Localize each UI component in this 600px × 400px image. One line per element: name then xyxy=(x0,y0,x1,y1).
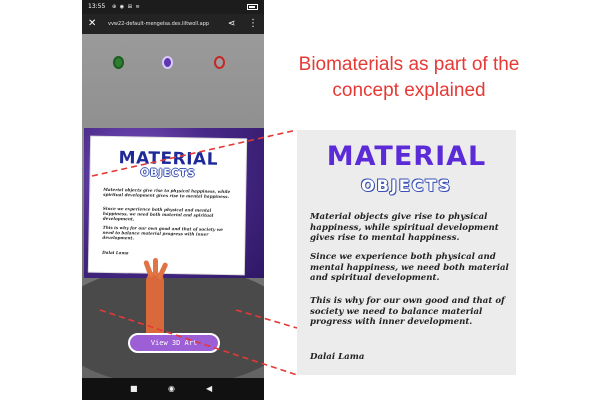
status-bar: 13:55 ⊕ ◉ ⊞ ≋ xyxy=(82,0,264,14)
annotation-heading: Biomaterials as part of the concept expl… xyxy=(298,54,520,101)
zoomed-author: Dalai Lama xyxy=(310,352,365,362)
home-icon[interactable]: ◉ xyxy=(168,378,175,400)
share-icon[interactable]: ⋖ xyxy=(228,14,236,34)
url-text[interactable]: vvw22-default-mengelsa.des.liltwoll.app xyxy=(108,14,209,34)
zoomed-paragraph-2: Since we experience both physical and me… xyxy=(310,252,509,283)
status-time: 13:55 xyxy=(88,3,106,10)
poster-paragraph-3: This is why for our own good and that of… xyxy=(102,224,224,241)
green-orb-icon[interactable] xyxy=(113,56,124,69)
poster-subtitle: OBJECTS xyxy=(140,167,196,180)
zoomed-poster: MATERIAL OBJECTS Material objects give r… xyxy=(297,130,516,375)
poster-paragraph-1: Material objects give rise to physical h… xyxy=(103,186,231,200)
poster-card: MATERIAL OBJECTS Material objects give r… xyxy=(88,136,247,275)
zoomed-subtitle: OBJECTS xyxy=(361,176,452,195)
view-3d-art-button[interactable]: View 3D Art xyxy=(128,333,220,353)
close-icon[interactable]: ✕ xyxy=(88,14,96,34)
more-icon[interactable]: ⋮ xyxy=(248,14,258,34)
poster-paragraph-2: Since we experience both physical and me… xyxy=(102,205,214,222)
browser-bar: ✕ vvw22-default-mengelsa.des.liltwoll.ap… xyxy=(82,14,264,34)
recents-icon[interactable]: ■ xyxy=(130,378,138,400)
phone-screenshot: 13:55 ⊕ ◉ ⊞ ≋ ✕ vvw22-default-mengelsa.d… xyxy=(82,0,264,400)
purple-orb-icon[interactable] xyxy=(162,56,173,69)
poster-author: Dalai Lama xyxy=(102,249,129,256)
back-icon[interactable]: ◀ xyxy=(206,378,212,400)
red-orb-icon[interactable] xyxy=(214,56,225,69)
zoomed-title: MATERIAL xyxy=(326,141,487,172)
zoomed-paragraph-3: This is why for our own good and that of… xyxy=(310,296,505,327)
battery-icon xyxy=(247,4,258,10)
hand-icon xyxy=(143,258,169,342)
scene-floor xyxy=(82,266,264,386)
status-icons: ⊕ ◉ ⊞ ≋ xyxy=(112,4,141,10)
android-nav-bar: ■ ◉ ◀ xyxy=(82,378,264,400)
zoomed-paragraph-1: Material objects give rise to physical h… xyxy=(310,212,499,243)
